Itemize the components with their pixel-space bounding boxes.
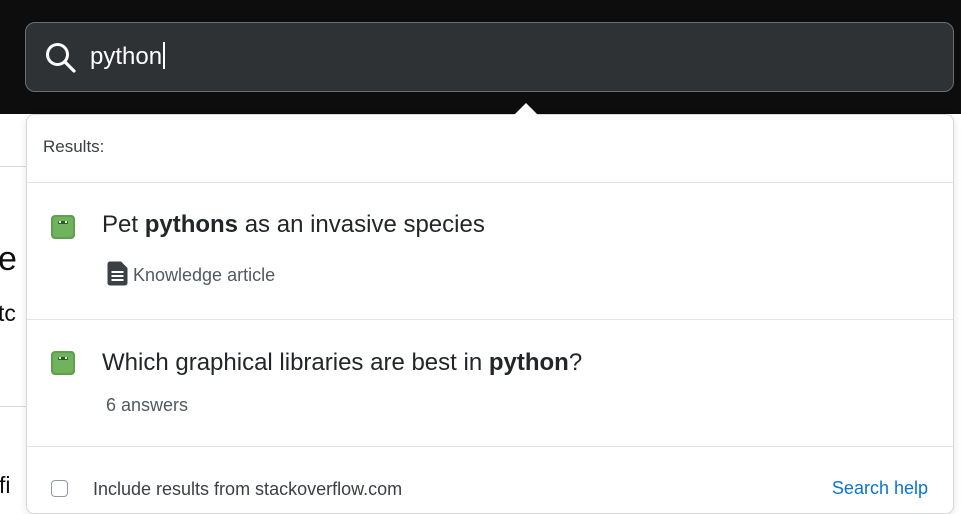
background-text-fragment: fi <box>0 472 11 498</box>
search-result-item[interactable]: Pet pythons as an invasive species Knowl… <box>27 183 953 320</box>
text-cursor <box>163 42 166 69</box>
result-title-text: Pet <box>102 211 145 238</box>
dropdown-footer: Include results from stackoverflow.com S… <box>27 447 953 513</box>
result-meta: Knowledge article <box>107 261 275 286</box>
include-stackoverflow-checkbox[interactable] <box>51 480 68 497</box>
result-type-label: Knowledge article <box>133 265 276 285</box>
site-logo-icon <box>51 215 75 239</box>
result-answer-count: 6 answers <box>106 395 189 415</box>
document-icon <box>107 261 128 286</box>
result-title[interactable]: Which graphical libraries are best in py… <box>102 349 582 377</box>
result-title-text: as an invasive species <box>238 211 485 238</box>
result-title[interactable]: Pet pythons as an invasive species <box>102 211 485 239</box>
result-title-match: pythons <box>144 211 239 238</box>
background-text-fragment: tc <box>0 300 16 326</box>
search-query: python <box>90 43 163 70</box>
search-results-dropdown: Results: Pet pythons as an invasive spec… <box>26 103 954 514</box>
result-title-text: Which graphical libraries are best in <box>102 349 489 376</box>
background-heading-fragment: e <box>0 240 17 278</box>
include-stackoverflow-label[interactable]: Include results from stackoverflow.com <box>93 479 402 500</box>
search-result-item[interactable]: Which graphical libraries are best in py… <box>27 320 953 447</box>
result-title-text: ? <box>568 349 583 376</box>
search-icon <box>46 43 76 73</box>
results-header: Results: <box>27 115 953 183</box>
result-title-match: python <box>488 349 569 376</box>
dropdown-pointer <box>514 103 538 115</box>
search-box[interactable]: python <box>25 22 954 92</box>
top-bar: python <box>0 0 961 114</box>
search-input[interactable]: python <box>90 37 910 77</box>
site-logo-icon <box>51 351 75 375</box>
